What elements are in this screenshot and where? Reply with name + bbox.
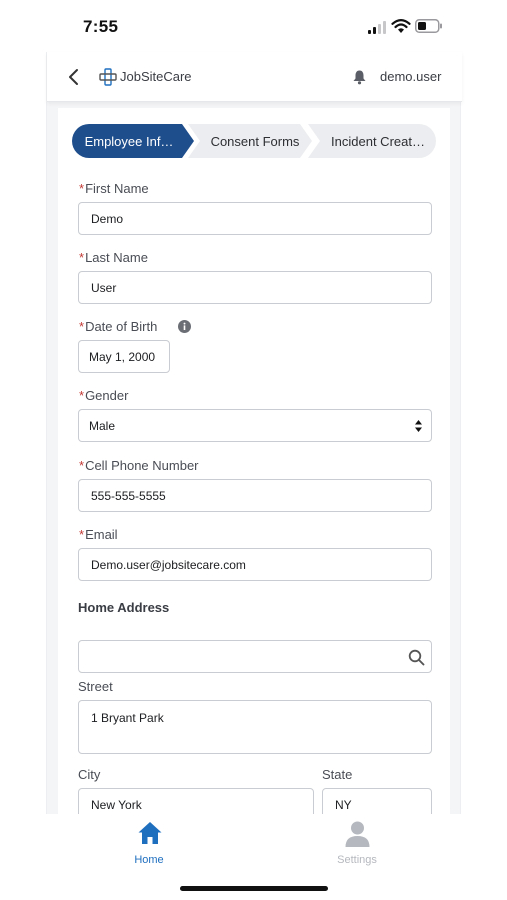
path-step-incident-creation[interactable]: Incident Creat… [308,124,436,158]
select-arrows-icon [415,420,422,432]
user-menu[interactable]: demo.user [380,69,441,84]
home-icon [138,822,162,844]
brand-name: JobSiteCare [120,69,192,84]
email-label-text: Email [85,527,118,542]
search-icon[interactable] [408,649,425,666]
tab-settings[interactable]: Settings [317,818,397,868]
form-content: Employee Inf… Consent Forms Incident Cre… [58,108,450,814]
city-label: City [78,767,101,782]
path-step-label: Consent Forms [210,133,300,149]
cell-phone-label-text: Cell Phone Number [85,458,199,473]
first-name-label: *First Name [79,181,149,196]
app-header: JobSiteCare demo.user [47,52,462,102]
state-input[interactable]: NY [322,788,432,814]
tab-settings-label: Settings [337,854,377,866]
last-name-label-text: Last Name [85,250,148,265]
gender-label-text: Gender [85,388,129,403]
dob-label: *Date of Birth [79,319,157,334]
status-time: 7:55 [83,17,119,36]
required-marker: * [79,250,85,265]
battery-icon [415,19,442,33]
city-input[interactable]: New York [78,788,314,814]
email-input[interactable]: Demo.user@jobsitecare.com [78,548,432,581]
first-name-label-text: First Name [85,181,149,196]
email-label: *Email [79,527,118,542]
wifi-icon [391,19,411,33]
required-marker: * [79,319,85,334]
required-marker: * [79,388,85,403]
last-name-input[interactable]: User [78,271,432,304]
dob-input[interactable]: May 1, 2000 [78,340,170,373]
street-textarea[interactable]: 1 Bryant Park [78,700,432,754]
cell-phone-label: *Cell Phone Number [79,458,199,473]
street-label: Street [78,679,113,694]
home-address-title: Home Address [78,600,170,615]
gender-select[interactable]: Male [78,409,432,442]
path-step-label: Employee Inf… [84,133,174,149]
path-step-label: Incident Creat… [331,133,425,149]
address-search-input[interactable] [78,640,432,673]
tab-home[interactable]: Home [109,818,189,868]
required-marker: * [79,527,85,542]
home-indicator [180,886,328,891]
progress-path: Employee Inf… Consent Forms Incident Cre… [72,124,436,158]
first-name-input[interactable]: Demo [78,202,432,235]
bell-icon[interactable] [352,69,367,85]
info-icon[interactable] [178,320,191,333]
dob-label-text: Date of Birth [85,319,158,334]
required-marker: * [79,181,85,196]
bottom-tab-bar: Home Settings [0,814,507,900]
gender-selected-value: Male [89,418,116,433]
app-frame: JobSiteCare demo.user Employee Inf… Cons… [46,52,462,814]
status-bar: 7:55 [0,0,507,52]
signal-icon [368,21,386,34]
last-name-label: *Last Name [79,250,148,265]
path-step-employee-info[interactable]: Employee Inf… [72,124,194,158]
tab-home-label: Home [134,854,164,866]
state-label: State [322,767,353,782]
cell-phone-input[interactable]: 555-555-5555 [78,479,432,512]
back-chevron-icon[interactable] [67,67,81,87]
gender-label: *Gender [79,388,128,403]
jobsitecare-logo-icon [99,68,117,86]
required-marker: * [79,458,85,473]
person-icon [345,821,370,847]
path-step-consent-forms[interactable]: Consent Forms [188,124,312,158]
